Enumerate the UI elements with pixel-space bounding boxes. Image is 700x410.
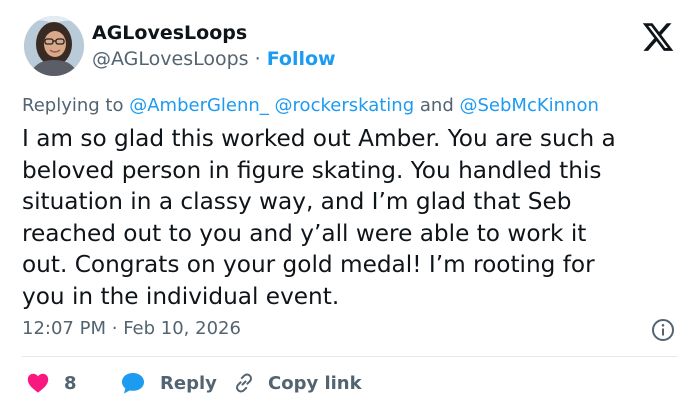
tweet-text: I am so glad this worked out Amber. You … <box>22 125 616 310</box>
copy-link-button[interactable]: Copy link <box>232 368 362 398</box>
speech-bubble-icon <box>122 373 144 394</box>
reply-button[interactable]: Reply <box>120 368 217 398</box>
timestamp-separator: · <box>111 318 118 339</box>
tweet-time: 12:07 PM <box>22 318 106 339</box>
author-handle[interactable]: @AGLovesLoops <box>92 48 249 70</box>
copy-link-label: Copy link <box>268 372 362 394</box>
tweet-timestamp[interactable]: 12:07 PM · Feb 10, 2026 <box>22 318 241 339</box>
mention-link-2[interactable]: @rockerskating <box>275 95 415 116</box>
avatar-image <box>24 16 84 76</box>
like-count: 8 <box>64 372 77 394</box>
tweet-date: Feb 10, 2026 <box>123 318 241 339</box>
info-icon[interactable] <box>651 318 675 342</box>
author-handle-row: @AGLovesLoops · Follow <box>92 48 336 70</box>
replying-to-prefix: Replying to <box>22 95 124 116</box>
like-button[interactable]: 8 <box>26 368 77 398</box>
mention-link-3[interactable]: @SebMcKinnon <box>459 95 598 116</box>
handle-separator: · <box>254 48 261 70</box>
avatar[interactable] <box>24 16 84 76</box>
divider <box>22 356 678 357</box>
reply-label: Reply <box>160 372 217 394</box>
link-icon <box>236 373 252 393</box>
action-bar: 8 Reply Copy link <box>22 368 682 398</box>
mention-link-1[interactable]: @AmberGlenn_ <box>129 95 269 116</box>
heart-icon <box>27 373 49 393</box>
follow-button[interactable]: Follow <box>267 48 336 70</box>
x-logo-icon[interactable] <box>640 20 676 54</box>
author-display-name[interactable]: AGLovesLoops <box>92 22 247 44</box>
replying-to-conjunction: and <box>419 95 454 116</box>
replying-to: Replying to @AmberGlenn_ @rockerskating … <box>22 95 599 116</box>
